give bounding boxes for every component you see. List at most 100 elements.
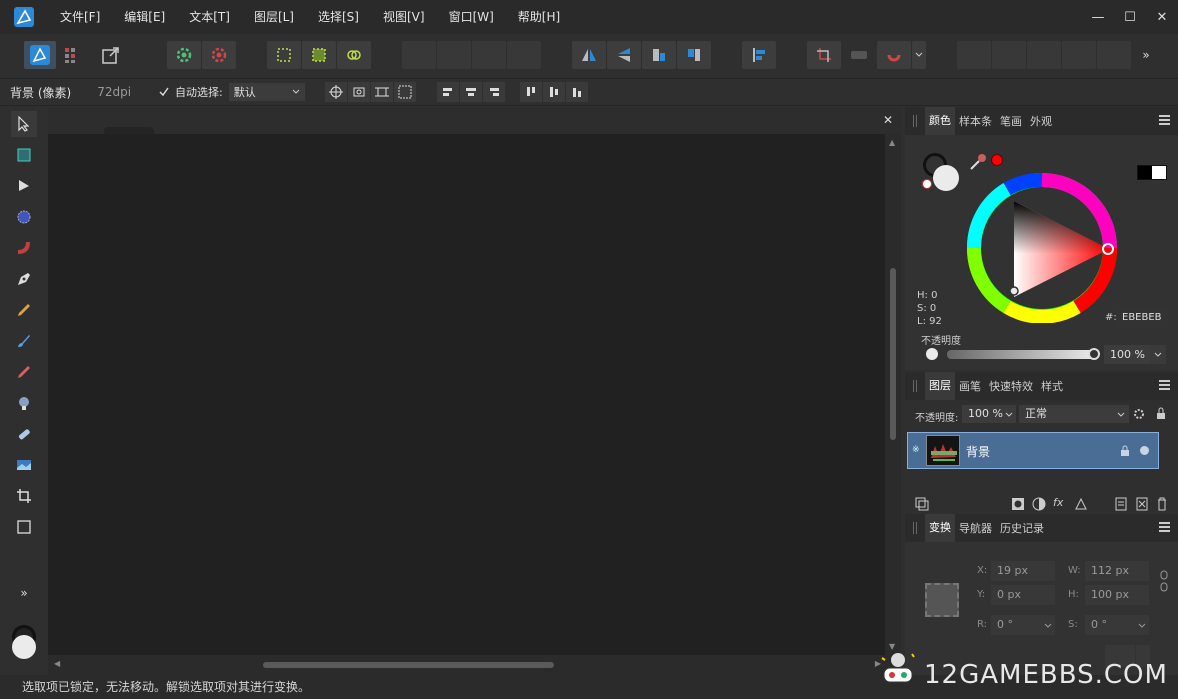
scroll-left-icon[interactable]: ◀ — [54, 659, 60, 668]
menu-layer[interactable]: 图层[L] — [242, 0, 306, 34]
align-middle-icon[interactable] — [542, 82, 565, 102]
healing-brush-icon[interactable] — [11, 421, 37, 447]
layer-settings-gear-icon[interactable] — [1133, 408, 1145, 420]
deselect-icon[interactable] — [302, 41, 336, 69]
tab-swatches[interactable]: 样本条 — [955, 113, 996, 129]
boolean-subtract-icon[interactable] — [992, 41, 1026, 69]
tab-layers[interactable]: 图层 — [925, 372, 955, 400]
mask-layer-icon[interactable] — [1011, 497, 1025, 511]
boolean-add-icon[interactable] — [957, 41, 991, 69]
canvas[interactable] — [48, 134, 885, 655]
layer-lock-icon[interactable] — [1120, 445, 1130, 457]
flip-horizontal-icon[interactable] — [572, 41, 606, 69]
boolean-intersect-icon[interactable] — [1027, 41, 1061, 69]
h-input[interactable]: 100 px — [1085, 585, 1149, 605]
tab-stroke[interactable]: 笔画 — [996, 113, 1026, 129]
toggle-view-icon[interactable] — [842, 41, 876, 69]
horizontal-scroll-thumb[interactable] — [263, 662, 554, 668]
menu-view[interactable]: 视图[V] — [371, 0, 437, 34]
align-right-icon[interactable] — [482, 82, 505, 102]
layer-row-background[interactable]: ※ 背景 — [907, 432, 1159, 469]
tab-color[interactable]: 颜色 — [925, 107, 955, 135]
w-input[interactable]: 112 px — [1085, 561, 1149, 581]
transform-panel-menu-icon[interactable] — [1159, 522, 1170, 532]
pixel-layer-icon[interactable] — [1074, 497, 1088, 511]
scroll-up-icon[interactable]: ▲ — [889, 138, 895, 147]
menu-file[interactable]: 文件[F] — [48, 0, 112, 34]
panel-grip-icon[interactable] — [913, 522, 917, 534]
minimize-button[interactable]: — — [1082, 10, 1114, 25]
menu-help[interactable]: 帮助[H] — [506, 0, 572, 34]
invert-selection-icon[interactable] — [337, 41, 371, 69]
eyedropper-icon[interactable] — [969, 153, 989, 171]
maximize-button[interactable]: ☐ — [1114, 10, 1146, 25]
image-tool-icon[interactable] — [11, 452, 37, 478]
liquify-persona-button[interactable] — [57, 41, 87, 69]
tab-quick-effects[interactable]: 快速特效 — [985, 378, 1037, 394]
more-tools-icon[interactable]: » — [11, 580, 37, 606]
layers-panel-menu-icon[interactable] — [1159, 380, 1170, 390]
bw-toggle-icon[interactable] — [1137, 165, 1167, 180]
lock-aspect-icon[interactable] — [1159, 570, 1169, 592]
pen-tool-icon[interactable] — [11, 266, 37, 292]
tab-appearance[interactable]: 外观 — [1026, 113, 1056, 129]
opacity-slider[interactable] — [947, 350, 1095, 359]
assistant-gear-icon[interactable] — [167, 41, 201, 69]
snapping-dropdown-icon[interactable] — [912, 41, 926, 69]
snapping-gear-icon[interactable] — [202, 41, 236, 69]
rectangle-tool-icon[interactable] — [11, 514, 37, 540]
arrange-backward-icon[interactable] — [437, 41, 471, 69]
opacity-input[interactable]: 100 % — [1104, 345, 1150, 364]
tab-transform[interactable]: 变换 — [925, 514, 955, 542]
new-layer-icon[interactable] — [1115, 497, 1127, 511]
color-wheel[interactable] — [967, 173, 1117, 323]
menu-edit[interactable]: 编辑[E] — [112, 0, 177, 34]
menu-window[interactable]: 窗口[W] — [437, 0, 506, 34]
auto-select-dropdown[interactable]: 默认 — [228, 83, 305, 101]
horizontal-scrollbar[interactable]: ◀ ▶ — [48, 655, 885, 675]
opacity-slider-handle[interactable] — [1088, 348, 1100, 360]
layer-visible-dot[interactable] — [1140, 446, 1149, 455]
align-center-icon[interactable] — [459, 82, 482, 102]
duplicate-layer-icon[interactable] — [1136, 497, 1148, 511]
tab-styles[interactable]: 样式 — [1037, 378, 1067, 394]
layer-visibility-icon[interactable]: ※ — [912, 445, 920, 455]
menu-text[interactable]: 文本[T] — [177, 0, 242, 34]
opacity-dropdown-icon[interactable] — [1150, 345, 1166, 364]
tab-history[interactable]: 历史记录 — [996, 520, 1048, 536]
toolbar-overflow-icon[interactable]: » — [1138, 41, 1154, 69]
vertical-scroll-thumb[interactable] — [890, 268, 896, 440]
close-document-icon[interactable]: ✕ — [883, 113, 893, 127]
move-tool-icon[interactable] — [11, 111, 37, 137]
show-handles-icon[interactable] — [370, 82, 393, 102]
x-input[interactable]: 19 px — [991, 561, 1055, 581]
align-top-icon[interactable] — [519, 82, 542, 102]
pencil-tool-icon[interactable] — [11, 297, 37, 323]
align-icon[interactable] — [742, 41, 776, 69]
rotate-left-icon[interactable] — [642, 41, 676, 69]
arrange-forward-icon[interactable] — [472, 41, 506, 69]
arrange-back-icon[interactable] — [402, 41, 436, 69]
picked-color-swatch[interactable] — [991, 154, 1003, 166]
boolean-divide-icon[interactable] — [1097, 41, 1131, 69]
clone-brush-icon[interactable] — [11, 390, 37, 416]
panel-grip-icon[interactable] — [913, 115, 917, 127]
color-replace-brush-icon[interactable] — [11, 359, 37, 385]
y-input[interactable]: 0 px — [991, 585, 1055, 605]
boolean-xor-icon[interactable] — [1062, 41, 1096, 69]
tab-brushes[interactable]: 画笔 — [955, 378, 985, 394]
show-bounds-icon[interactable] — [347, 82, 370, 102]
color-swatch-widget[interactable] — [10, 625, 40, 665]
anchor-point-selector[interactable] — [925, 583, 959, 617]
layer-name[interactable]: 背景 — [966, 443, 990, 460]
export-persona-button[interactable] — [96, 41, 126, 69]
tab-navigator[interactable]: 导航器 — [955, 520, 996, 536]
vertical-scrollbar[interactable]: ▲ ▼ — [885, 134, 901, 655]
lock-icon[interactable] — [1155, 407, 1167, 420]
transform-origin-icon[interactable] — [324, 82, 347, 102]
close-window-button[interactable]: ✕ — [1146, 10, 1178, 25]
live-filter-icon[interactable]: fx — [1053, 496, 1063, 509]
flip-vertical-icon[interactable] — [607, 41, 641, 69]
saturation-handle[interactable] — [1009, 286, 1019, 296]
align-left-icon[interactable] — [436, 82, 459, 102]
